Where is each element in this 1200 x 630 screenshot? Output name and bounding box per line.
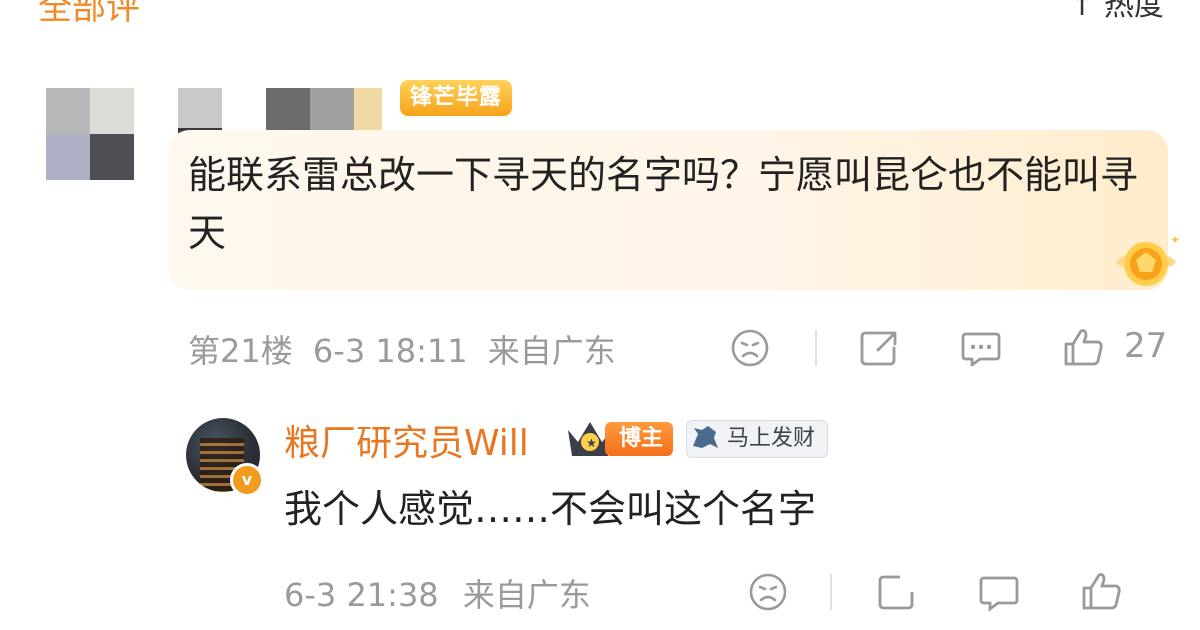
tab-all-comments[interactable]: 全部评 (38, 0, 140, 29)
reply-time: 6-3 21:38 (284, 576, 439, 614)
comment-meta: 第21楼 6-3 18:11 来自广东 (188, 326, 616, 372)
reply-divider (830, 574, 832, 610)
reply-share-icon[interactable] (876, 572, 918, 612)
reply-meta: 6-3 21:38 来自广东 (284, 570, 591, 616)
comment-icon[interactable] (960, 328, 1002, 368)
avatar[interactable] (46, 88, 134, 180)
reply-location: 来自广东 (462, 576, 591, 614)
floor-number: 第21楼 (188, 332, 293, 370)
like-thumb-icon[interactable] (1062, 326, 1106, 368)
reply-like-thumb-icon[interactable] (1080, 570, 1124, 612)
comment-text: 能联系雷总改一下寻天的名字吗？宁愿叫昆仑也不能叫寻天 (188, 153, 1139, 255)
comment-time: 6-3 18:11 (312, 332, 468, 370)
reply-text: 我个人感觉……不会叫这个名字 (284, 487, 817, 531)
svg-text:★: ★ (586, 436, 597, 450)
svg-text:✦: ✦ (1170, 233, 1180, 247)
reply-comment-icon[interactable] (978, 572, 1020, 612)
divider (815, 330, 817, 366)
blogger-badge: 博主 (605, 422, 674, 456)
reply-dislike-face-icon[interactable] (748, 572, 788, 612)
dislike-face-icon[interactable] (730, 328, 770, 368)
horse-icon (693, 426, 718, 448)
comment-location: 来自广东 (487, 332, 616, 370)
sort-by-hot[interactable]: ↑ 热度 (1069, 0, 1164, 24)
verified-icon: v (230, 463, 264, 497)
medal-icon: ✦ (1116, 233, 1180, 286)
like-count: 27 (1124, 326, 1168, 366)
share-icon[interactable] (858, 328, 900, 368)
reply-username[interactable]: 粮厂研究员Will (284, 414, 529, 466)
fan-badge: 锋芒毕露 (400, 80, 513, 116)
